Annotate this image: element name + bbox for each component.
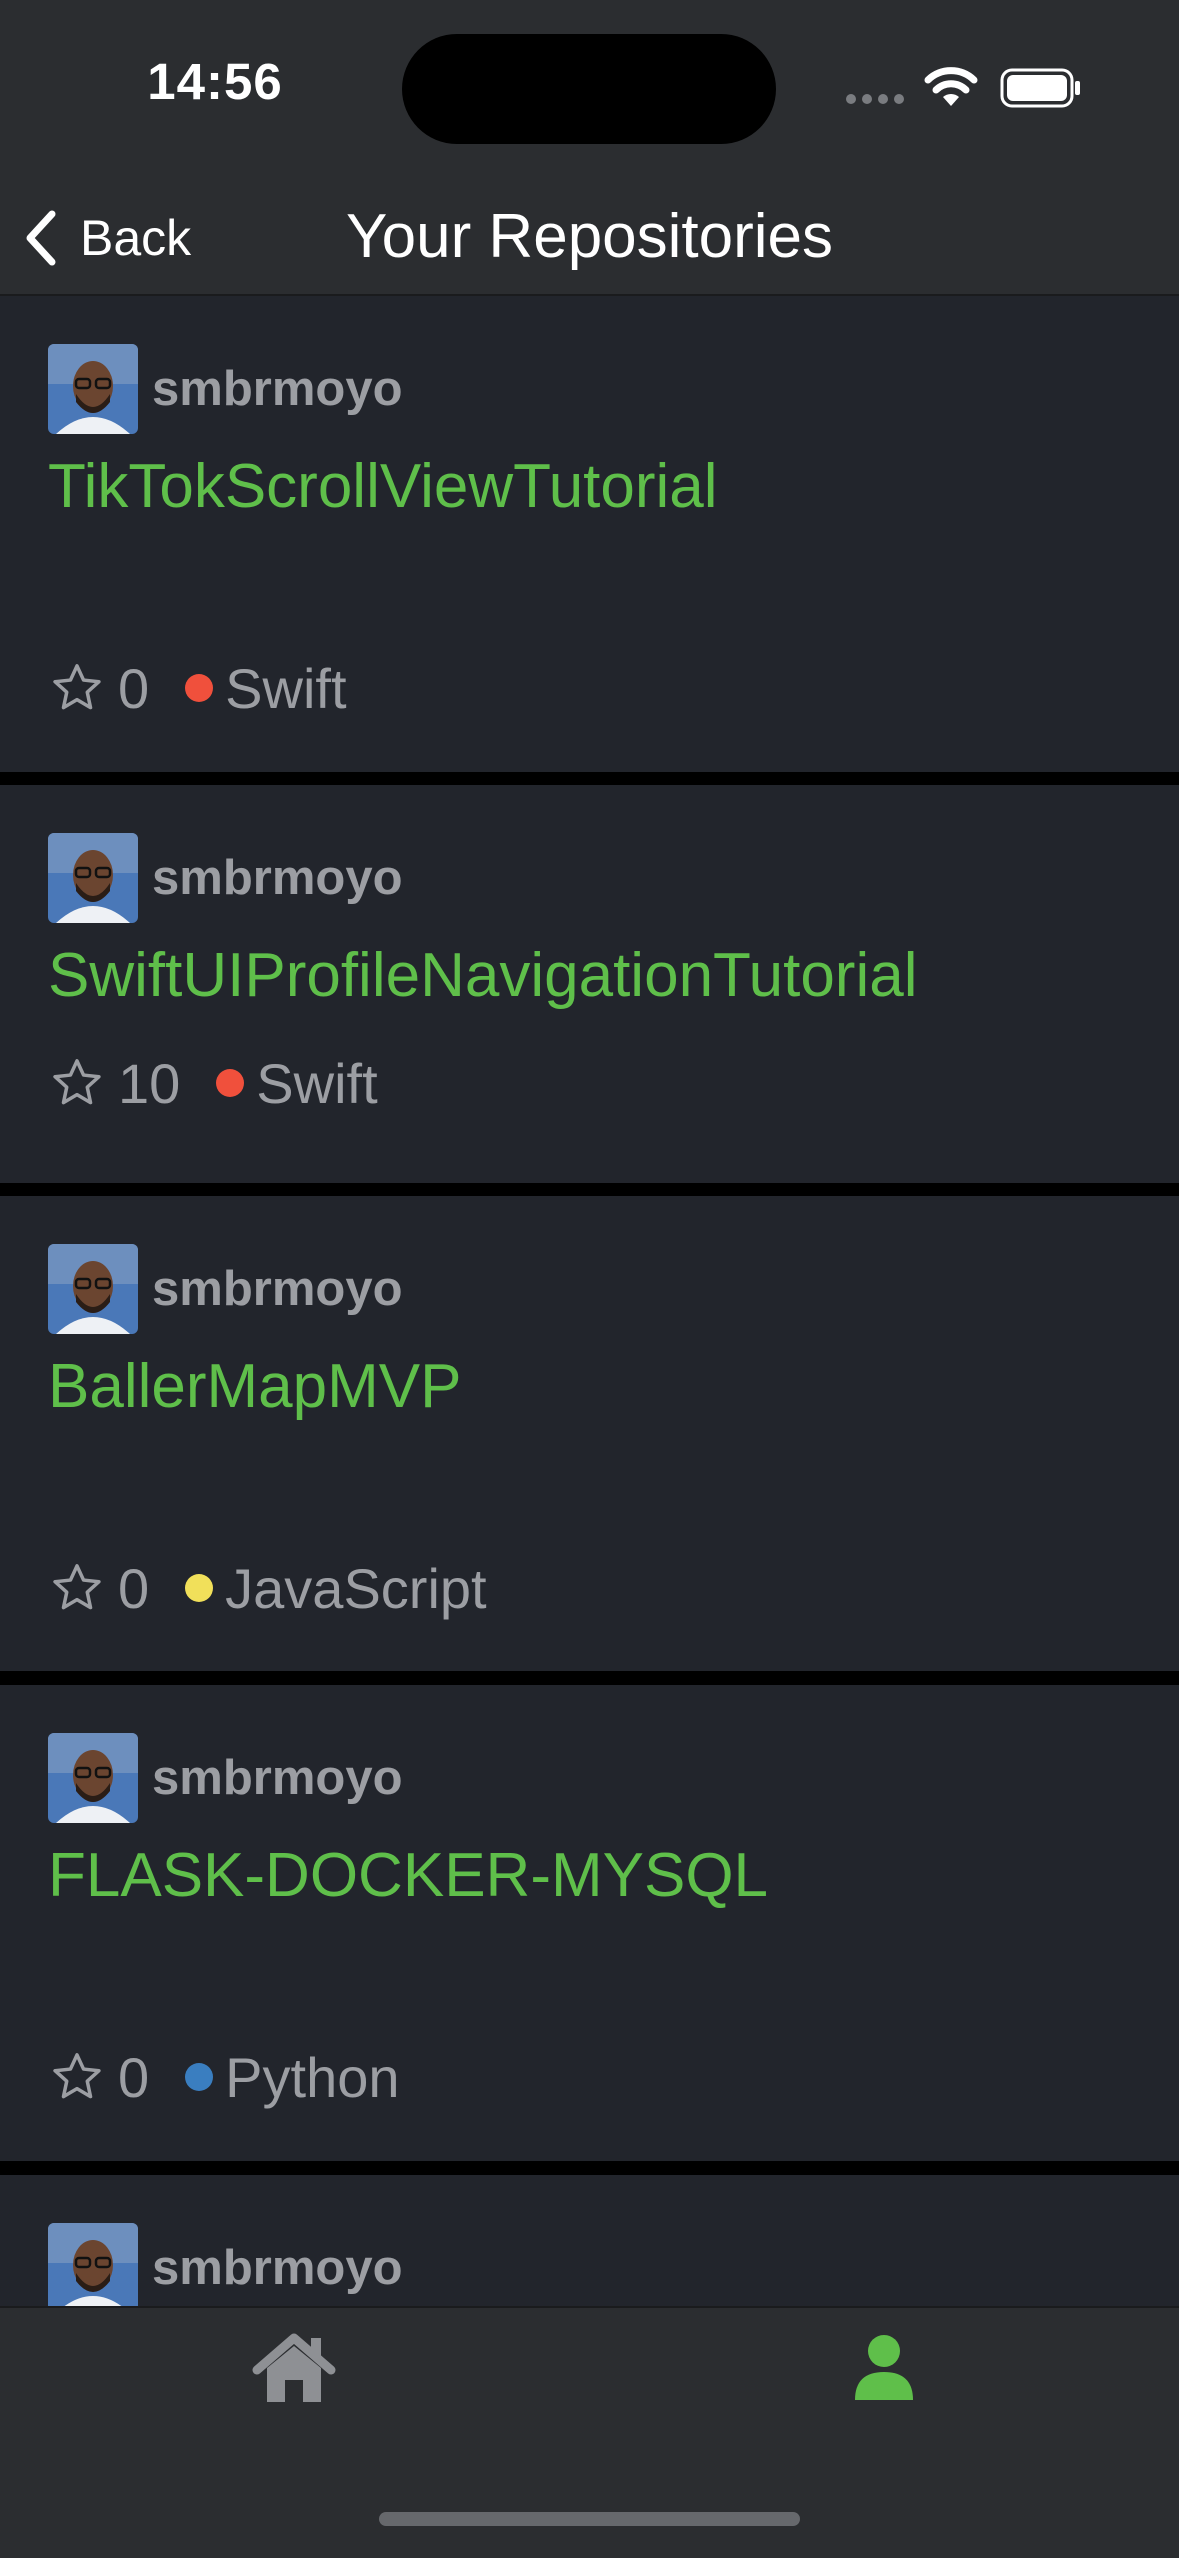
repo-meta: 10 Swift — [48, 1043, 378, 1123]
home-icon[interactable] — [251, 2330, 337, 2406]
owner-name: smbrmoyo — [152, 1751, 403, 1805]
repo-owner: smbrmoyo — [48, 1733, 403, 1823]
repo-card[interactable]: smbrmoyo BallerMapMVP 0 JavaScript — [0, 1196, 1179, 1671]
battery-icon — [1000, 68, 1080, 108]
language-color-dot — [216, 1069, 245, 1097]
repo-card[interactable]: smbrmoyo FLASK-DOCKER-MYSQL 0 Python — [0, 1685, 1179, 2161]
repo-name[interactable]: BallerMapMVP — [48, 1351, 461, 1422]
star-icon — [53, 1059, 101, 1105]
back-label: Back — [80, 210, 192, 266]
repo-card[interactable]: smbrmoyo SwiftUIProfileNavigationTutoria… — [0, 785, 1179, 1183]
wifi-icon — [924, 67, 978, 106]
star-icon — [53, 2053, 101, 2099]
star-count: 0 — [118, 656, 150, 720]
repo-owner: smbrmoyo — [48, 2223, 403, 2306]
star-count: 0 — [118, 2045, 150, 2109]
repo-meta: 0 Python — [48, 2037, 400, 2117]
repo-owner: smbrmoyo — [48, 1244, 403, 1334]
repo-language: Swift — [256, 1051, 378, 1115]
language-color-dot — [185, 1574, 214, 1602]
avatar — [48, 833, 138, 923]
owner-name: smbrmoyo — [152, 2241, 403, 2295]
home-indicator[interactable] — [379, 2512, 800, 2526]
repo-name[interactable]: FLASK-DOCKER-MYSQL — [48, 1840, 768, 1911]
avatar — [48, 2223, 138, 2306]
star-icon — [53, 1564, 101, 1610]
language-color-dot — [185, 674, 214, 702]
repo-name[interactable]: SwiftUIProfileNavigationTutorial — [48, 940, 917, 1011]
repo-card[interactable]: smbrmoyo — [0, 2175, 1179, 2306]
star-icon — [53, 664, 101, 710]
repo-name[interactable]: TikTokScrollViewTutorial — [48, 451, 718, 522]
person-icon[interactable] — [853, 2334, 915, 2402]
cellular-signal-icon — [846, 94, 906, 104]
repo-language: JavaScript — [225, 1556, 487, 1620]
repo-meta: 0 JavaScript — [48, 1548, 487, 1628]
language-color-dot — [185, 2063, 214, 2091]
status-bar: 14:56 — [0, 0, 1179, 180]
status-time: 14:56 — [147, 53, 283, 110]
dynamic-island — [402, 34, 776, 144]
navigation-bar: Your Repositories Back — [0, 180, 1179, 296]
star-count: 10 — [118, 1051, 181, 1115]
owner-name: smbrmoyo — [152, 851, 403, 905]
back-button[interactable]: Back — [22, 198, 191, 278]
avatar — [48, 1733, 138, 1823]
star-count: 0 — [118, 1556, 150, 1620]
repo-language: Python — [225, 2045, 400, 2109]
chevron-left-icon — [26, 210, 56, 266]
owner-name: smbrmoyo — [152, 1262, 403, 1316]
owner-name: smbrmoyo — [152, 362, 403, 416]
avatar — [48, 1244, 138, 1334]
repo-owner: smbrmoyo — [48, 344, 403, 434]
repo-owner: smbrmoyo — [48, 833, 403, 923]
avatar — [48, 344, 138, 434]
repository-list[interactable]: smbrmoyo TikTokScrollViewTutorial 0 Swif… — [0, 296, 1179, 2306]
repo-meta: 0 Swift — [48, 648, 347, 728]
repo-language: Swift — [225, 656, 347, 720]
repo-card[interactable]: smbrmoyo TikTokScrollViewTutorial 0 Swif… — [0, 296, 1179, 772]
